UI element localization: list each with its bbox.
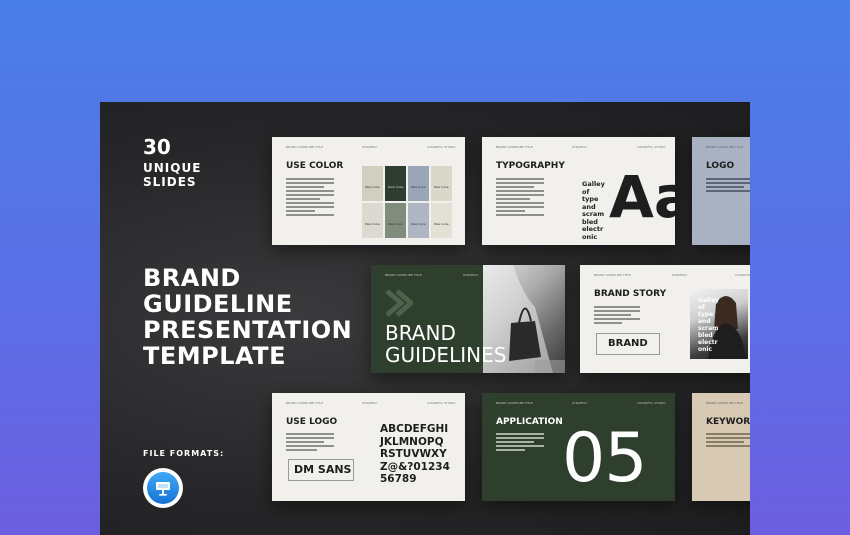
swatch-label: Pale Coke — [411, 222, 426, 226]
section-number: 05 — [562, 419, 648, 498]
product-headline: BRAND GUIDELINE PRESENTATION TEMPLATE — [143, 265, 352, 369]
headline-line: TEMPLATE — [143, 342, 287, 370]
slide-title: KEYWORD — [706, 417, 750, 427]
color-swatch: Pale Coke — [362, 166, 383, 201]
slide-keyword: BRAND GUIDELINE TITLE KEYWORD — [692, 393, 750, 501]
slide-title: APPLICATION — [496, 417, 563, 427]
slide-use-color: BRAND GUIDELINE TITLE STRATEGY COLORFUL … — [272, 137, 465, 245]
typeface-sample: Aa — [609, 163, 675, 231]
slide-title: LOGO — [706, 161, 735, 171]
headline-line: PRESENTATION — [143, 316, 353, 344]
slide-logo: BRAND GUIDELINE TITLE LOGO — [692, 137, 750, 245]
slide-brand-guidelines: BRAND GUIDELINE TITLE STRATEGY COLORFUL … — [371, 265, 565, 373]
color-swatch: Pale Coke — [408, 203, 429, 238]
slide-typography: BRAND GUIDELINE TITLE STRATEGY COLORFUL … — [482, 137, 675, 245]
logo-text: BRAND — [608, 338, 648, 349]
color-swatch: Pale Coke — [408, 166, 429, 201]
slide-count-caption: UNIQUE SLIDES — [143, 161, 202, 189]
chevron-right-icon — [385, 289, 413, 317]
keynote-icon — [143, 468, 183, 508]
hero-panel: 30 UNIQUE SLIDES BRAND GUIDELINE PRESENT… — [100, 102, 750, 535]
galley-text: Galley of type and scram bled electr onic — [698, 297, 720, 353]
color-swatch: Pale Coke — [431, 166, 452, 201]
slide-brand-story: BRAND GUIDELINE TITLE STRATEGY COLORFUL … — [580, 265, 750, 373]
swatch-label: Dark Coke — [388, 185, 404, 189]
slide-title: USE LOGO — [286, 417, 338, 427]
swatch-label: Pale Coke — [434, 185, 449, 189]
slide-count: 30 — [143, 135, 171, 159]
swatch-label: Pale Coke — [365, 222, 380, 226]
color-swatch: Pale Coke — [385, 203, 406, 238]
swatch-label: Pale Coke — [411, 185, 426, 189]
file-formats-label: FILE FORMATS: — [143, 449, 225, 458]
alphabet-sample: ABCDEFGHI JKLMNOPQ RSTUVWXY Z@&?01234 56… — [380, 423, 450, 485]
headline-line: BRAND — [143, 264, 241, 292]
galley-text: Galley of type and scram bled electr onic — [582, 180, 605, 241]
slide-use-logo: BRAND GUIDELINE TITLE STRATEGY COLORFUL … — [272, 393, 465, 501]
color-swatch: Pale Coke — [431, 203, 452, 238]
slide-application: BRAND GUIDELINE TITLE STRATEGY COLORFUL … — [482, 393, 675, 501]
color-swatch: Pale Coke — [362, 203, 383, 238]
slide-title: USE COLOR — [286, 161, 344, 171]
cover-title: BRAND GUIDELINES — [385, 321, 507, 367]
slide-title: BRAND STORY — [594, 289, 667, 299]
swatch-label: Pale Coke — [365, 185, 380, 189]
swatch-label: Pale Coke — [388, 222, 403, 226]
headline-line: GUIDELINE — [143, 290, 293, 318]
slide-title: TYPOGRAPHY — [496, 161, 565, 171]
logo-text: DM SANS — [294, 463, 352, 476]
color-swatch: Dark Coke — [385, 166, 406, 201]
swatch-label: Pale Coke — [434, 222, 449, 226]
